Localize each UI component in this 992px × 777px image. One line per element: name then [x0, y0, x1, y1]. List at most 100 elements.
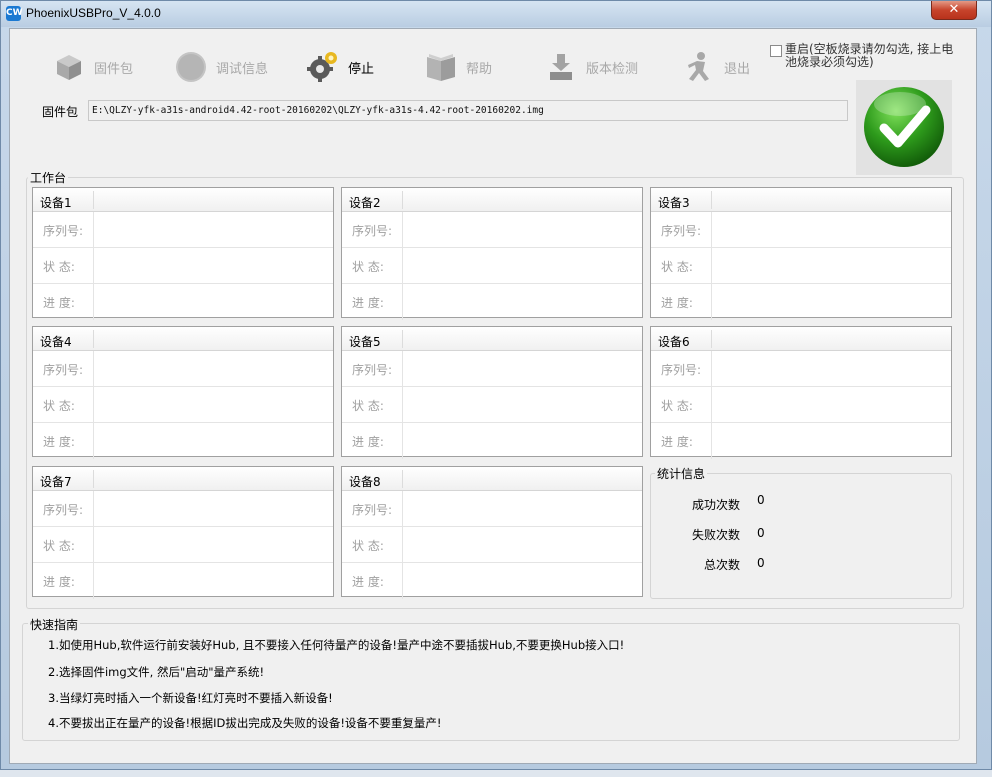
- device-header: 设备1: [33, 188, 333, 212]
- column-divider: [93, 387, 94, 422]
- device-progress-label: 进 度:: [352, 575, 384, 589]
- device-serial-row: 序列号:: [342, 491, 642, 527]
- device-status-row: 状 态:: [651, 387, 951, 423]
- header-divider: [711, 191, 712, 209]
- device-progress-row: 进 度:: [651, 423, 951, 459]
- device-serial-row: 序列号:: [651, 212, 951, 248]
- device-panel-6: 设备6 序列号: 状 态: 进 度:: [650, 326, 952, 459]
- download-box-icon: [544, 50, 578, 84]
- device-name: 设备6: [658, 335, 690, 349]
- device-status-row: 状 态:: [33, 248, 333, 284]
- device-progress-label: 进 度:: [661, 296, 693, 310]
- column-divider: [93, 351, 94, 386]
- device-serial-label: 序列号:: [661, 224, 702, 238]
- client-area: 固件包 调试信息 停止 帮助 版本检测 退出 重启(空板烧录请勿勾选, 接上电池…: [9, 28, 977, 764]
- column-divider: [402, 491, 403, 526]
- header-divider: [402, 330, 403, 348]
- device-status-row: 状 态:: [33, 527, 333, 563]
- device-progress-label: 进 度:: [661, 435, 693, 449]
- device-status-row: 状 态:: [33, 387, 333, 423]
- column-divider: [402, 351, 403, 386]
- device-progress-label: 进 度:: [43, 435, 75, 449]
- device-name: 设备5: [349, 335, 381, 349]
- device-serial-label: 序列号:: [43, 224, 84, 238]
- column-divider: [93, 491, 94, 526]
- success-count-value: 0: [757, 493, 765, 507]
- column-divider: [402, 527, 403, 562]
- header-divider: [711, 330, 712, 348]
- column-divider: [93, 423, 94, 459]
- column-divider: [402, 423, 403, 459]
- debug-info-button[interactable]: 调试信息: [174, 49, 268, 85]
- device-status-label: 状 态:: [352, 539, 384, 553]
- help-button[interactable]: 帮助: [424, 49, 492, 85]
- close-button[interactable]: ✕: [931, 1, 977, 20]
- restart-checkbox[interactable]: 重启(空板烧录请勿勾选, 接上电池烧录必须勾选): [770, 43, 960, 69]
- total-count-value: 0: [757, 556, 765, 570]
- stop-button-label: 停止: [348, 61, 375, 77]
- header-divider: [93, 191, 94, 209]
- device-panel-3: 设备3 序列号: 状 态: 进 度:: [650, 187, 952, 320]
- device-serial-label: 序列号:: [352, 363, 393, 377]
- column-divider: [711, 284, 712, 320]
- column-divider: [402, 248, 403, 283]
- header-divider: [402, 191, 403, 209]
- device-header: 设备7: [33, 467, 333, 491]
- running-person-icon: [682, 50, 716, 84]
- device-status-label: 状 态:: [661, 399, 693, 413]
- device-serial-label: 序列号:: [352, 224, 393, 238]
- device-header: 设备4: [33, 327, 333, 351]
- column-divider: [711, 423, 712, 459]
- device-serial-row: 序列号:: [33, 212, 333, 248]
- firmware-button[interactable]: 固件包: [52, 49, 133, 85]
- fail-count-value: 0: [757, 526, 765, 540]
- version-check-label: 版本检测: [586, 61, 639, 77]
- device-status-row: 状 态:: [342, 527, 642, 563]
- device-name: 设备2: [349, 196, 381, 210]
- column-divider: [93, 212, 94, 247]
- device-status-label: 状 态:: [661, 260, 693, 274]
- column-divider: [711, 387, 712, 422]
- status-indicator: [856, 80, 952, 175]
- column-divider: [402, 387, 403, 422]
- device-progress-label: 进 度:: [352, 296, 384, 310]
- header-divider: [402, 470, 403, 488]
- device-header: 设备2: [342, 188, 642, 212]
- guide-item: 3.当绿灯亮时插入一个新设备!红灯亮时不要插入新设备!: [48, 691, 333, 705]
- title-bar: CW PhoenixUSBPro_V_4.0.0 ✕: [1, 1, 991, 27]
- header-divider: [93, 330, 94, 348]
- device-panel-5: 设备5 序列号: 状 态: 进 度:: [341, 326, 643, 459]
- column-divider: [93, 248, 94, 283]
- version-check-button[interactable]: 版本检测: [544, 49, 638, 85]
- device-serial-row: 序列号:: [342, 351, 642, 387]
- exit-button[interactable]: 退出: [682, 49, 750, 85]
- restart-checkbox-box[interactable]: [770, 45, 782, 57]
- stop-button[interactable]: 停止: [306, 49, 374, 85]
- debug-circle-icon: [174, 50, 208, 84]
- device-header: 设备8: [342, 467, 642, 491]
- firmware-button-label: 固件包: [94, 61, 134, 77]
- exit-button-label: 退出: [724, 61, 751, 77]
- book-icon: [424, 50, 458, 84]
- app-window: CW PhoenixUSBPro_V_4.0.0 ✕ 固件包 调试信息 停止 帮…: [0, 0, 992, 770]
- app-icon: CW: [6, 6, 23, 21]
- guide-item: 1.如使用Hub,软件运行前安装好Hub, 且不要接入任何待量产的设备!量产中途…: [48, 638, 625, 652]
- firmware-path-label: 固件包: [42, 105, 79, 119]
- workbench-title: 工作台: [28, 169, 69, 186]
- device-progress-row: 进 度:: [342, 423, 642, 459]
- device-panel-4: 设备4 序列号: 状 态: 进 度:: [32, 326, 334, 459]
- device-serial-row: 序列号:: [33, 351, 333, 387]
- debug-info-label: 调试信息: [216, 61, 269, 77]
- device-serial-row: 序列号:: [651, 351, 951, 387]
- window-title: PhoenixUSBPro_V_4.0.0: [26, 6, 161, 20]
- column-divider: [711, 212, 712, 247]
- restart-checkbox-label: 重启(空板烧录请勿勾选, 接上电池烧录必须勾选): [785, 42, 954, 69]
- device-name: 设备4: [40, 335, 72, 349]
- device-progress-row: 进 度:: [342, 284, 642, 320]
- package-icon: [52, 50, 86, 84]
- device-progress-row: 进 度:: [651, 284, 951, 320]
- device-status-row: 状 态:: [342, 387, 642, 423]
- device-status-row: 状 态:: [342, 248, 642, 284]
- firmware-path-field[interactable]: E:\QLZY-yfk-a31s-android4.42-root-201602…: [88, 100, 848, 121]
- device-serial-row: 序列号:: [33, 491, 333, 527]
